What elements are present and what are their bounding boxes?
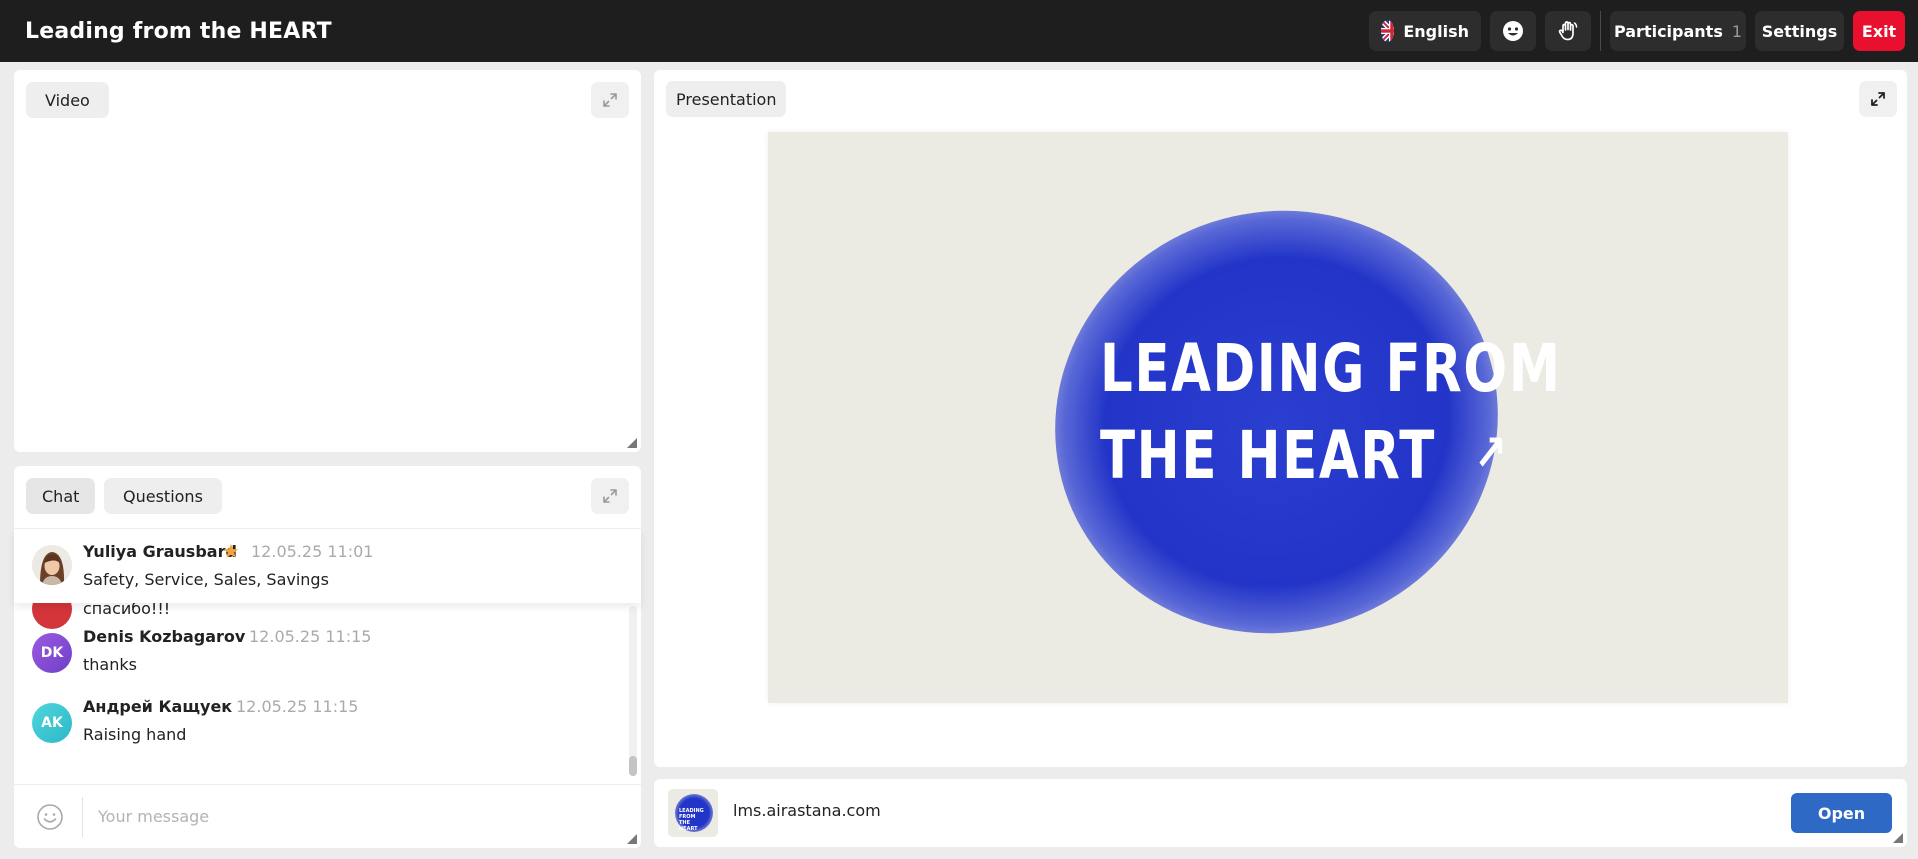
avatar [32, 545, 72, 585]
hand-icon [1558, 21, 1578, 41]
slide-title: LEADING FROM THE HEART ↗ [1100, 327, 1561, 498]
avatar: AK [32, 703, 72, 743]
message-time: 12.05.25 11:01 [251, 542, 374, 561]
presentation-slide[interactable]: LEADING FROM THE HEART ↗ [768, 132, 1788, 703]
expand-icon [603, 93, 617, 107]
divider [82, 797, 83, 837]
message-text: спасибо!!! [83, 603, 171, 618]
presentation-expand-button[interactable] [1859, 81, 1897, 117]
message-text: Safety, Service, Sales, Savings [83, 570, 329, 589]
star-icon [223, 544, 239, 558]
link-url: lms.airastana.com [733, 801, 881, 820]
message-author: Denis Kozbagarov [83, 627, 246, 646]
open-link-button[interactable]: Open [1791, 793, 1892, 833]
resize-handle-icon[interactable] [1893, 833, 1903, 843]
page-title: Leading from the HEART [25, 18, 332, 44]
message-input[interactable] [98, 795, 618, 837]
expand-icon [1871, 92, 1885, 106]
slide-title-text: THE HEART [1100, 417, 1436, 494]
participants-label: Participants [1613, 21, 1723, 41]
chat-scrollbar[interactable] [629, 606, 637, 776]
exit-button[interactable]: Exit [1853, 11, 1905, 51]
message-time: 12.05.25 11:15 [249, 627, 372, 646]
smiley-icon [37, 804, 63, 830]
arrow-up-right-icon: ↗ [1474, 424, 1509, 482]
message-author: Андрей Кащуек [83, 697, 233, 716]
tab-video[interactable]: Video [26, 82, 109, 118]
toolbar-divider [1600, 11, 1601, 51]
link-panel: LEADING FROM THE HEART lms.airastana.com… [654, 779, 1907, 847]
message-time: 12.05.25 11:15 [236, 697, 359, 716]
video-expand-button[interactable] [591, 82, 629, 118]
participants-count: 1 [1731, 21, 1743, 41]
raise-hand-button[interactable] [1545, 11, 1591, 51]
chat-panel: Chat Questions Yuliya Grausbard 12.05.25… [14, 466, 641, 848]
presentation-panel: Presentation LEADING FROM THE HEART ↗ [654, 70, 1907, 767]
message-text: thanks [83, 655, 137, 674]
slide-title-line: THE HEART ↗ [1100, 411, 1561, 498]
tab-chat[interactable]: Chat [26, 478, 96, 514]
emoji-picker-button[interactable] [36, 803, 64, 831]
smiley-icon [1503, 21, 1523, 41]
uk-flag-icon [1381, 20, 1395, 42]
slide-title-line: LEADING FROM [1100, 330, 1562, 407]
avatar [32, 603, 72, 629]
resize-handle-icon[interactable] [627, 834, 637, 844]
message-author: Yuliya Grausbard [83, 542, 237, 561]
pinned-message[interactable]: Yuliya Grausbard 12.05.25 11:01 Safety, … [14, 529, 641, 603]
top-bar: Leading from the HEART English Participa… [0, 0, 1918, 62]
expand-icon [603, 489, 617, 503]
message-text: Raising hand [83, 725, 187, 744]
language-button[interactable]: English [1369, 11, 1481, 51]
chat-expand-button[interactable] [591, 478, 629, 514]
participants-button[interactable]: Participants 1 [1610, 11, 1746, 51]
settings-button[interactable]: Settings [1755, 11, 1844, 51]
tab-questions[interactable]: Questions [104, 478, 222, 514]
message-composer [14, 784, 641, 848]
messages-list: спасибо!!! DK Denis Kozbagarov 12.05.25 … [14, 603, 641, 777]
thumbnail-text: LEADING FROM THE HEART [679, 808, 704, 832]
resize-handle-icon[interactable] [627, 438, 637, 448]
avatar: DK [32, 633, 72, 673]
tab-presentation[interactable]: Presentation [666, 81, 787, 117]
link-thumbnail: LEADING FROM THE HEART [668, 789, 718, 837]
language-label: English [1403, 21, 1469, 41]
emoji-reaction-button[interactable] [1490, 11, 1536, 51]
scrollbar-thumb[interactable] [629, 756, 637, 776]
video-panel: Video [14, 70, 641, 452]
